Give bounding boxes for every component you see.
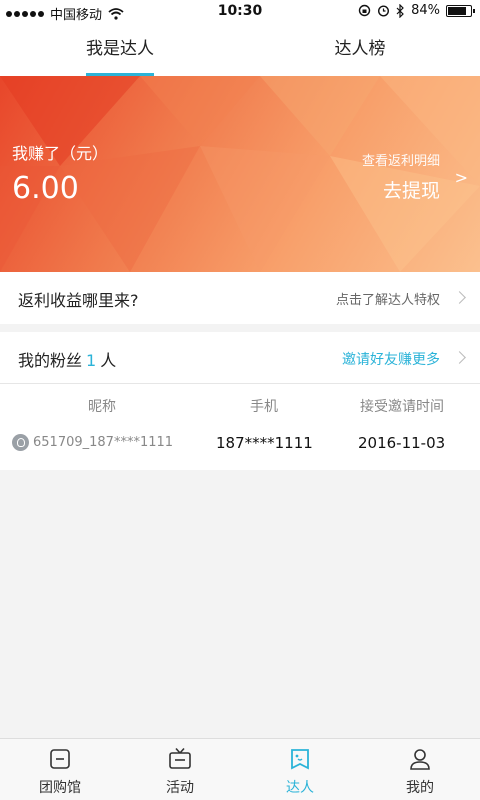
status-bar: 中国移动 10:30 84% [0,0,480,24]
nav-mine-label: 我的 [406,780,434,796]
nav-talent[interactable]: 达人 [240,739,360,800]
user-icon [410,749,430,770]
top-tabs: 我是达人 达人榜 [0,24,480,76]
invite-friends-link[interactable]: 邀请好友赚更多 [342,349,440,369]
battery-icon [446,4,475,17]
nav-group-buy[interactable]: 团购馆 [0,739,120,800]
fan-nickname: 651709_187****1111 [33,435,174,450]
chevron-right-icon [453,351,466,364]
chevron-right-icon [453,291,466,304]
earned-amount: 6.00 [12,171,79,206]
avatar-icon [12,434,29,451]
fans-title: 我的粉丝 1 人 [18,347,116,371]
bluetooth-icon [396,3,404,18]
fans-section: 我的粉丝 1 人 邀请好友赚更多 昵称 手机 接受邀请时间 651709_187**… [0,332,480,470]
talent-tag-icon [291,749,309,770]
fans-title-suffix: 人 [100,351,117,370]
nav-talent-label: 达人 [286,780,314,796]
battery-percent: 84% [411,3,440,18]
col-nickname: 昵称 [88,399,116,415]
alarm-icon [378,5,390,17]
rebate-source-row[interactable]: 返利收益哪里来? 点击了解达人特权 [0,272,480,324]
nav-activity-label: 活动 [166,780,194,796]
rebate-detail-link[interactable]: 查看返利明细 [362,150,440,169]
home-box-icon [50,749,70,769]
talent-privilege-link[interactable]: 点击了解达人特权 [336,289,440,308]
nav-activity[interactable]: 活动 [120,739,240,800]
nav-group-buy-label: 团购馆 [39,780,81,796]
col-invite-time: 接受邀请时间 [360,399,444,415]
fans-table-header: 昵称 手机 接受邀请时间 [0,396,480,418]
rebate-source-title: 返利收益哪里来? [18,291,139,310]
bottom-nav: 团购馆 活动 达人 我的 [0,738,480,800]
col-phone: 手机 [250,399,278,415]
rotation-lock-icon [358,4,371,17]
tv-icon [169,747,191,769]
fans-title-prefix: 我的粉丝 [18,351,83,370]
fan-phone: 187****1111 [216,434,313,452]
chevron-right-icon[interactable]: > [455,168,468,187]
earnings-banner: 我赚了（元） 6.00 查看返利明细 去提现 > [0,76,480,272]
earned-label: 我赚了（元） [12,144,109,163]
fan-nickname-cell: 651709_187****1111 [12,434,173,451]
fans-count: 1 [86,351,97,370]
fans-header: 我的粉丝 1 人 邀请好友赚更多 [0,332,480,384]
status-icons: 84% [358,3,475,18]
nav-mine[interactable]: 我的 [360,739,480,800]
tab-i-am-talent[interactable]: 我是达人 [0,24,240,76]
fan-invite-date: 2016-11-03 [358,434,446,452]
table-row: 651709_187****1111 187****1111 2016-11-0… [0,432,480,458]
withdraw-button[interactable]: 去提现 [383,176,440,203]
tab-talent-ranking[interactable]: 达人榜 [240,24,480,76]
